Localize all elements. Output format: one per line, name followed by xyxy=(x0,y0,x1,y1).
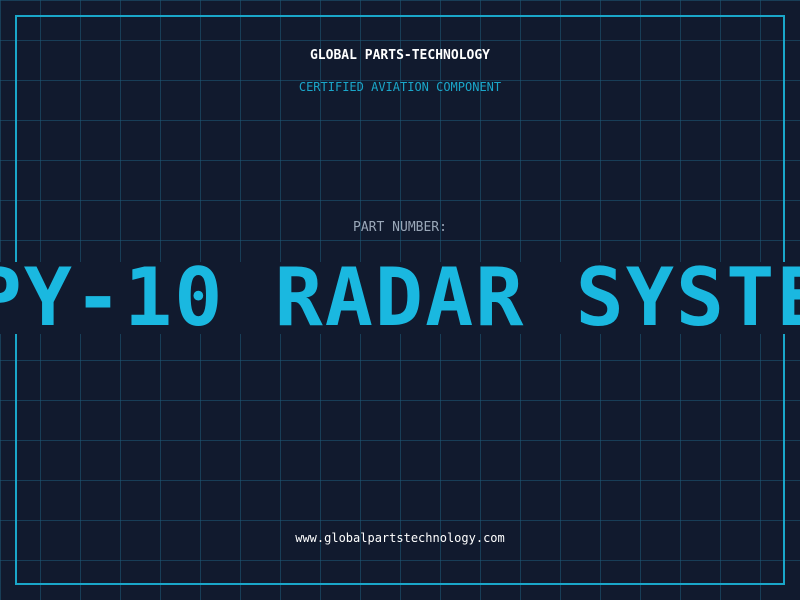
website-url: www.globalpartstechnology.com xyxy=(295,531,505,545)
part-number-value: APY-10 RADAR SYSTEM xyxy=(0,258,800,338)
part-number-text: APY-10 RADAR SYSTEM xyxy=(0,258,800,338)
certification-tagline: CERTIFIED AVIATION COMPONENT xyxy=(298,80,502,94)
part-number-label: PART NUMBER: xyxy=(353,220,447,235)
part-certificate-page: GLOBAL PARTS-TECHNOLOGY CERTIFIED AVIATI… xyxy=(0,0,800,600)
company-name: GLOBAL PARTS-TECHNOLOGY xyxy=(309,48,490,63)
